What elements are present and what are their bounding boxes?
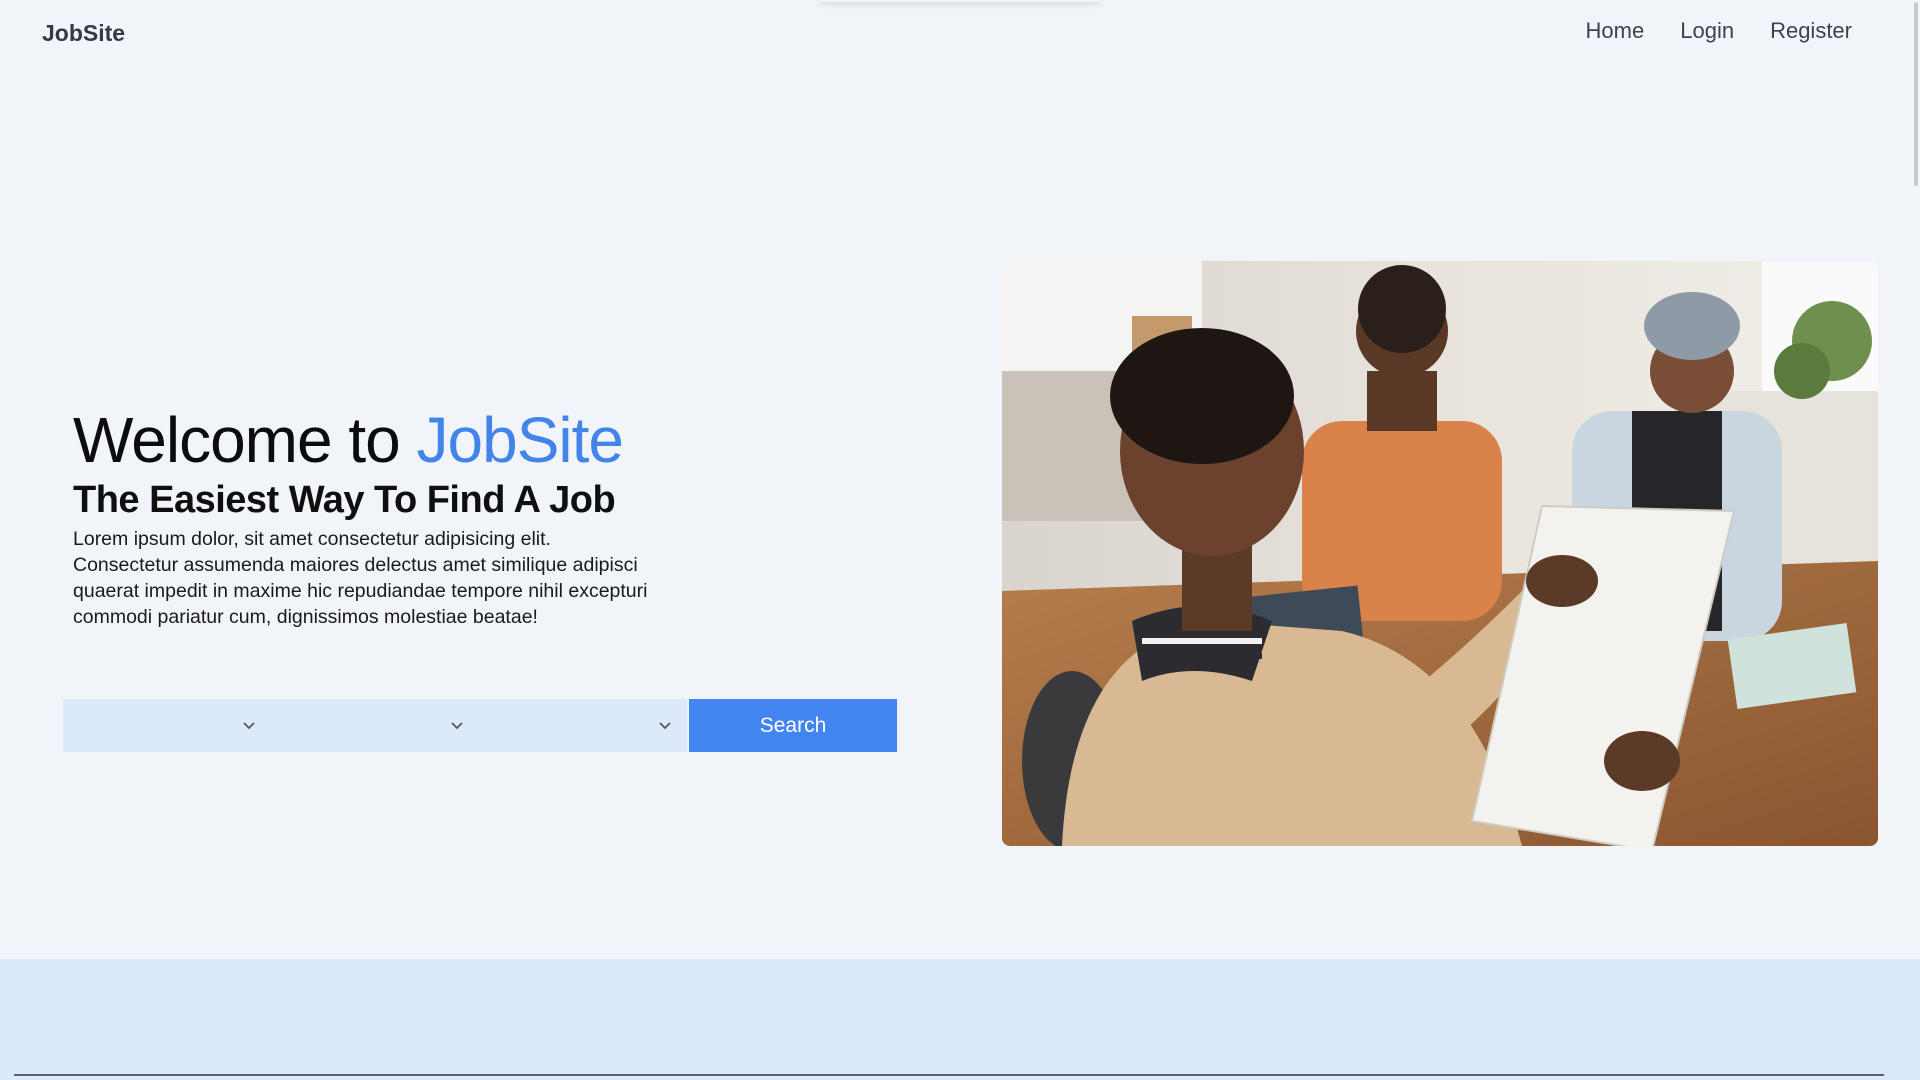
hero-image: [1002, 261, 1878, 846]
brand-logo[interactable]: JobSite: [42, 20, 125, 47]
hero-description: Lorem ipsum dolor, sit amet consectetur …: [73, 528, 648, 628]
bottom-section-band: [0, 959, 1920, 1080]
bottom-divider: [14, 1074, 1884, 1076]
nav-login-link[interactable]: Login: [1680, 18, 1734, 44]
search-select-2[interactable]: [271, 699, 479, 752]
hero-photo-illustration: [1002, 261, 1878, 846]
chevron-down-icon: [243, 722, 255, 730]
hero-subtitle: The Easiest Way To Find A Job: [73, 479, 616, 521]
scrollbar-thumb[interactable]: [1914, 2, 1918, 186]
top-navbar: JobSite Home Login Register: [0, 0, 1920, 66]
nav-register-link[interactable]: Register: [1770, 18, 1852, 44]
main-nav: Home Login Register: [1586, 18, 1852, 44]
page-scrollbar[interactable]: [1906, 0, 1920, 1080]
chevron-down-icon: [659, 722, 671, 730]
nav-home-link[interactable]: Home: [1586, 18, 1645, 44]
search-select-3[interactable]: [479, 699, 687, 752]
chevron-down-icon: [451, 722, 463, 730]
hero-title-accent: JobSite: [416, 404, 624, 476]
search-button[interactable]: Search: [689, 699, 897, 752]
hero-section: Welcome to JobSite The Easiest Way To Fi…: [73, 404, 673, 630]
search-select-1[interactable]: [63, 699, 271, 752]
job-search-form: Search: [63, 699, 897, 752]
header-shadow-decoration: [820, 0, 1100, 2]
hero-title-prefix: Welcome to: [73, 404, 417, 476]
hero-title: Welcome to JobSite: [73, 404, 673, 476]
